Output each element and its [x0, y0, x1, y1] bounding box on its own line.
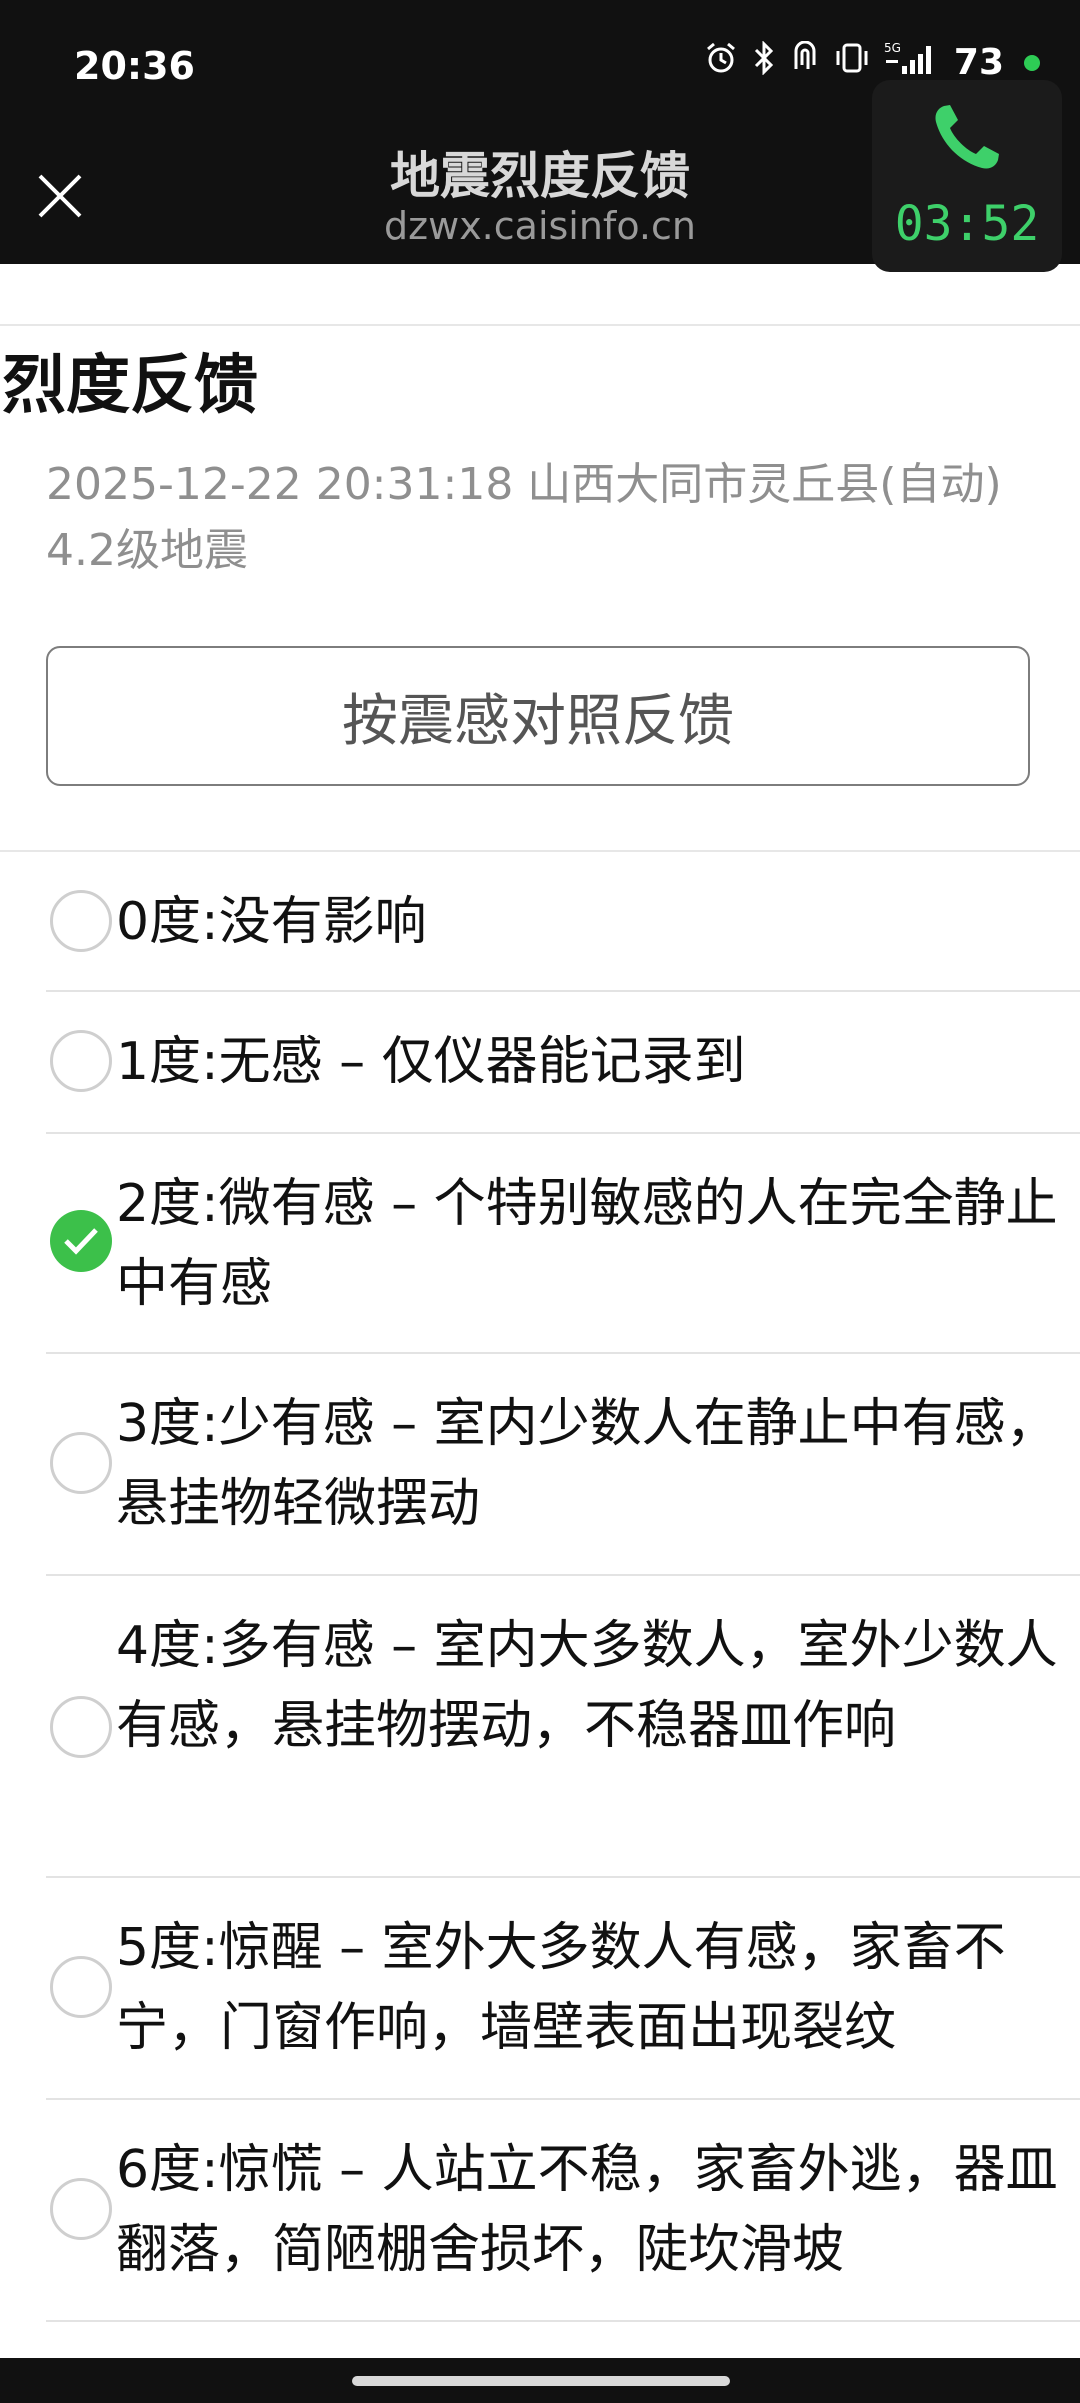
intensity-option-1[interactable]: 1度:无感 – 仅仪器能记录到 [46, 992, 1080, 1134]
compare-feedback-button[interactable]: 按震感对照反馈 [46, 646, 1030, 786]
privacy-indicator-dot [1024, 54, 1040, 71]
option-label: 1度:无感 – 仅仪器能记录到 [116, 1032, 746, 1092]
intensity-option-list: 0度:没有影响 1度:无感 – 仅仪器能记录到 2度:微有感 – 个特别敏感的人… [0, 852, 1080, 2322]
navigation-bar [0, 2358, 1080, 2403]
radio-unchecked[interactable] [50, 1956, 112, 2018]
ongoing-call-pill[interactable]: 03:52 [872, 80, 1062, 272]
signal-5g-icon: 5G [884, 40, 940, 85]
check-icon [64, 1228, 98, 1255]
intensity-option-2[interactable]: 2度:微有感 – 个特别敏感的人在完全静止中有感 [46, 1134, 1080, 1354]
option-label: 2度:微有感 – 个特别敏感的人在完全静止中有感 [116, 1174, 1058, 1314]
option-label: 6度:惊慌 – 人站立不稳，家畜外逃，器皿翻落，简陋棚舍损坏，陡坎滑坡 [116, 2140, 1058, 2280]
quake-info: 2025-12-22 20:31:18 山西大同市灵丘县(自动) 4.2级地震 [46, 459, 1002, 576]
phone-icon [935, 105, 999, 169]
radio-unchecked[interactable] [50, 890, 112, 952]
option-label: 5度:惊醒 – 室外大多数人有感，家畜不宁，门窗作响，墙壁表面出现裂纹 [116, 1918, 1006, 2058]
intensity-option-0[interactable]: 0度:没有影响 [46, 852, 1080, 992]
svg-text:5G: 5G [884, 41, 901, 55]
intensity-option-4[interactable]: 4度:多有感 – 室内大多数人，室外少数人有感，悬挂物摆动，不稳器皿作响 [46, 1576, 1080, 1878]
intensity-option-3[interactable]: 3度:少有感 – 室内少数人在静止中有感，悬挂物轻微摆动 [46, 1354, 1080, 1576]
option-label: 0度:没有影响 [116, 892, 427, 952]
radio-unchecked[interactable] [50, 1696, 112, 1758]
battery-level: 73 [953, 42, 1004, 83]
divider [0, 324, 1080, 326]
nfc-icon [790, 40, 820, 84]
radio-unchecked[interactable] [50, 1030, 112, 1092]
status-time: 20:36 [74, 44, 195, 88]
option-label: 4度:多有感 – 室内大多数人，室外少数人有感，悬挂物摆动，不稳器皿作响 [116, 1616, 1058, 1756]
bluetooth-icon [752, 40, 776, 84]
intensity-option-6[interactable]: 6度:惊慌 – 人站立不稳，家畜外逃，器皿翻落，简陋棚舍损坏，陡坎滑坡 [46, 2100, 1080, 2322]
section-title: 烈度反馈 [2, 349, 258, 423]
radio-checked[interactable] [50, 1210, 112, 1272]
option-label: 3度:少有感 – 室内少数人在静止中有感，悬挂物轻微摆动 [116, 1394, 1058, 1534]
radio-unchecked[interactable] [50, 1432, 112, 1494]
vibrate-icon [834, 41, 870, 84]
status-icons: 5G 73 [704, 40, 1040, 85]
alarm-icon [704, 41, 738, 84]
radio-unchecked[interactable] [50, 2178, 112, 2240]
call-duration: 03:52 [894, 196, 1040, 252]
intensity-option-5[interactable]: 5度:惊醒 – 室外大多数人有感，家畜不宁，门窗作响，墙壁表面出现裂纹 [46, 1878, 1080, 2100]
home-indicator[interactable] [352, 2376, 730, 2386]
